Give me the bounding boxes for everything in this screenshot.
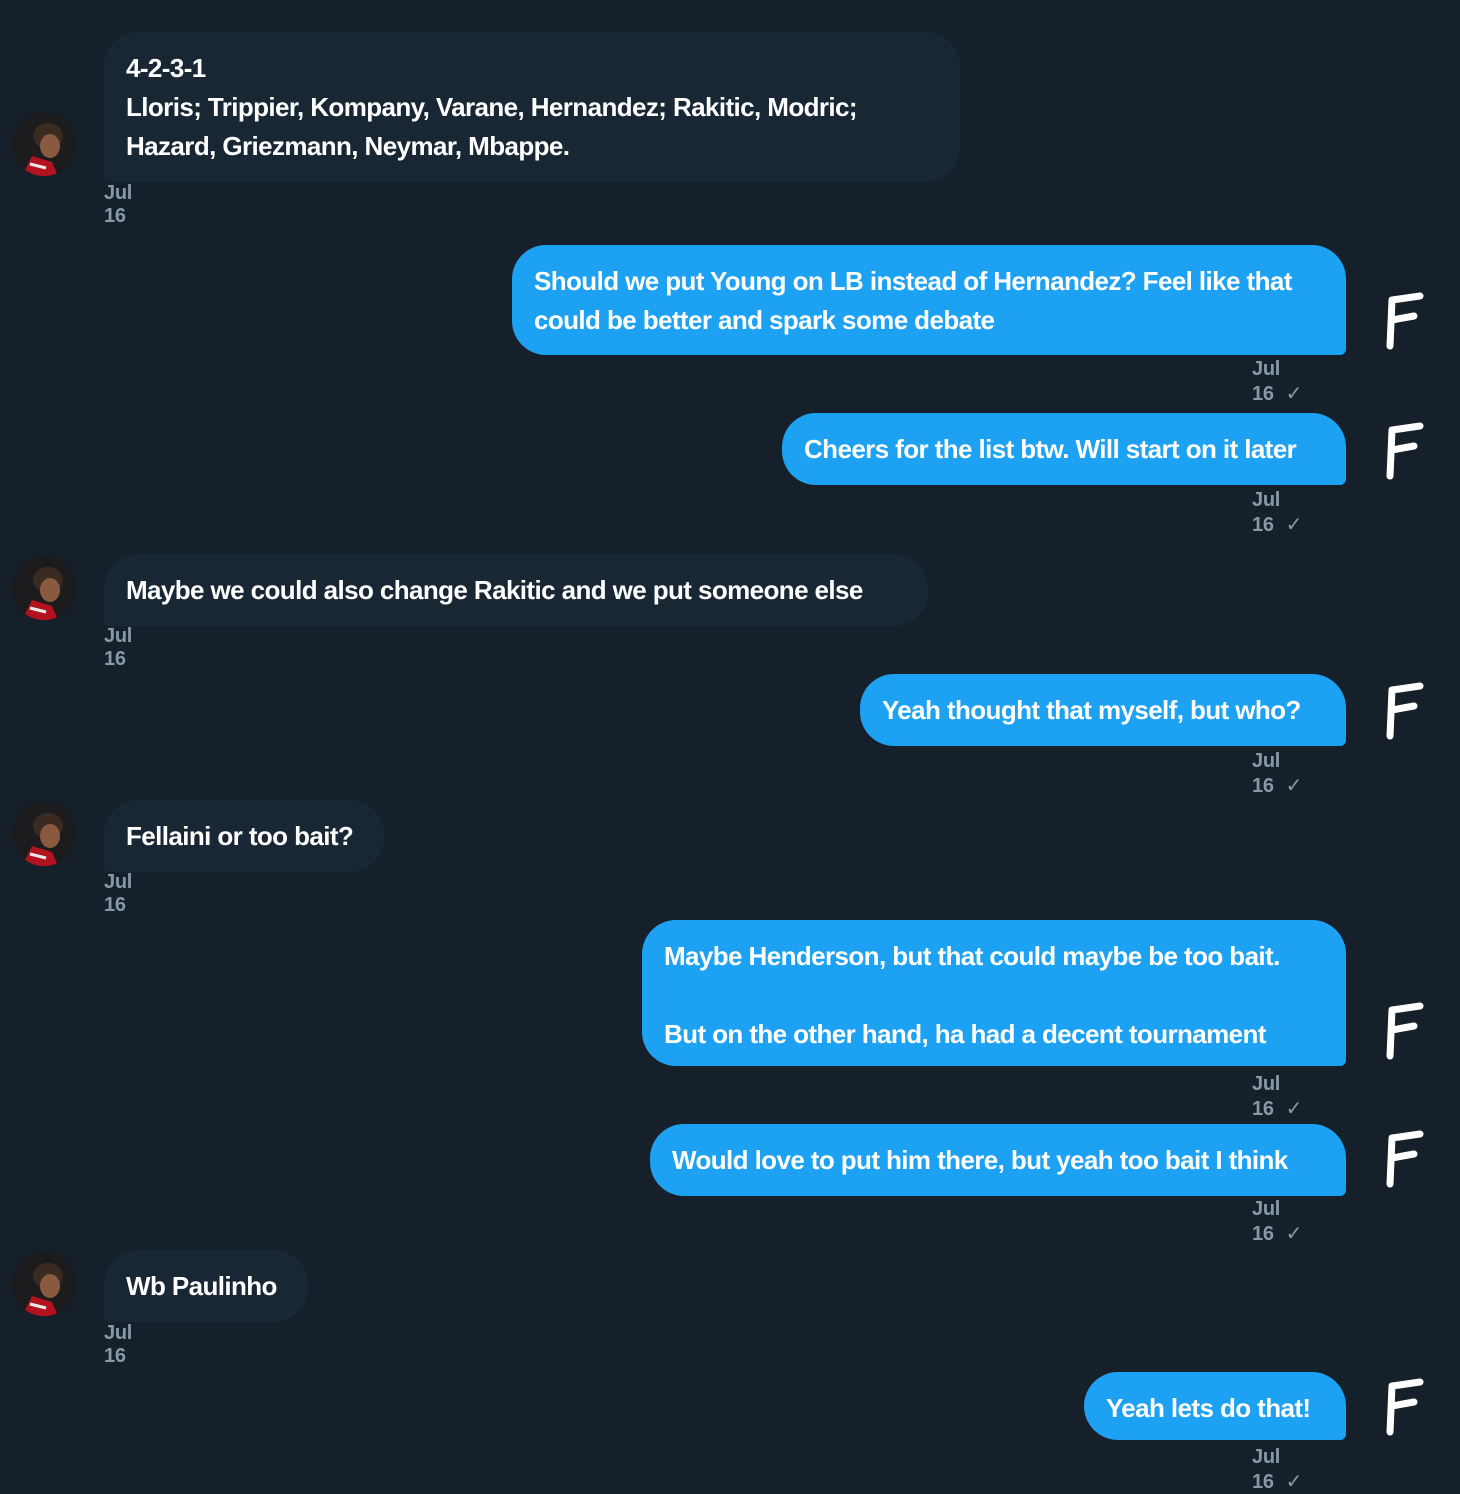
message-bubble[interactable]: Should we put Young on LB instead of Her… <box>512 245 1346 355</box>
message-bubble[interactable]: Would love to put him there, but yeah to… <box>650 1124 1346 1196</box>
timestamp-text: Jul 16 <box>1252 1446 1280 1493</box>
f-logo-avatar-icon[interactable] <box>1380 420 1428 480</box>
message-timestamp: Jul 16 ✓ <box>1252 1073 1302 1121</box>
check-icon: ✓ <box>1285 1471 1303 1493</box>
timestamp-text: Jul 16 <box>104 625 132 670</box>
f-logo-avatar-icon[interactable] <box>1380 1128 1428 1188</box>
timestamp-text: Jul 16 <box>104 182 132 227</box>
message-bubble[interactable]: Yeah lets do that! <box>1084 1372 1346 1440</box>
timestamp-text: Jul 16 <box>104 871 132 916</box>
timestamp-text: Jul 16 <box>1252 489 1280 536</box>
check-icon: ✓ <box>1285 775 1303 797</box>
message-timestamp: Jul 16 <box>104 871 132 917</box>
avatar-photo-icon <box>12 112 76 176</box>
message-bubble[interactable]: Wb Paulinho <box>104 1250 308 1322</box>
message-timestamp: Jul 16 <box>104 625 132 671</box>
message-bubble[interactable]: 4-2-3-1 Lloris; Trippier, Kompany, Varan… <box>104 32 960 182</box>
f-logo-avatar-icon[interactable] <box>1380 680 1428 740</box>
message-bubble[interactable]: Yeah thought that myself, but who? <box>860 674 1346 746</box>
message-bubble[interactable]: Maybe Henderson, but that could maybe be… <box>642 920 1346 1066</box>
check-icon: ✓ <box>1285 514 1303 536</box>
avatar-photo-icon <box>12 802 76 866</box>
message-timestamp: Jul 16 ✓ <box>1252 489 1302 537</box>
timestamp-text: Jul 16 <box>1252 1073 1280 1120</box>
contact-avatar[interactable] <box>12 556 76 620</box>
message-timestamp: Jul 16 <box>104 1322 132 1368</box>
contact-avatar[interactable] <box>12 802 76 866</box>
check-icon: ✓ <box>1285 1223 1303 1245</box>
check-icon: ✓ <box>1285 1098 1303 1120</box>
avatar-photo-icon <box>12 1252 76 1316</box>
check-icon: ✓ <box>1285 383 1303 405</box>
timestamp-text: Jul 16 <box>104 1322 132 1367</box>
message-timestamp: Jul 16 <box>104 182 132 228</box>
message-bubble[interactable]: Fellaini or too bait? <box>104 800 384 872</box>
timestamp-text: Jul 16 <box>1252 1198 1280 1245</box>
message-timestamp: Jul 16 ✓ <box>1252 1198 1302 1246</box>
f-logo-avatar-icon[interactable] <box>1380 290 1428 350</box>
avatar-photo-icon <box>12 556 76 620</box>
timestamp-text: Jul 16 <box>1252 750 1280 797</box>
message-timestamp: Jul 16 ✓ <box>1252 1446 1302 1494</box>
contact-avatar[interactable] <box>12 112 76 176</box>
timestamp-text: Jul 16 <box>1252 358 1280 405</box>
f-logo-avatar-icon[interactable] <box>1380 1000 1428 1060</box>
message-timestamp: Jul 16 ✓ <box>1252 750 1302 798</box>
contact-avatar[interactable] <box>12 1252 76 1316</box>
message-bubble[interactable]: Maybe we could also change Rakitic and w… <box>104 554 928 626</box>
message-bubble[interactable]: Cheers for the list btw. Will start on i… <box>782 413 1346 485</box>
conversation-thread: 4-2-3-1 Lloris; Trippier, Kompany, Varan… <box>0 0 1460 1493</box>
message-timestamp: Jul 16 ✓ <box>1252 358 1302 406</box>
f-logo-avatar-icon[interactable] <box>1380 1376 1428 1436</box>
